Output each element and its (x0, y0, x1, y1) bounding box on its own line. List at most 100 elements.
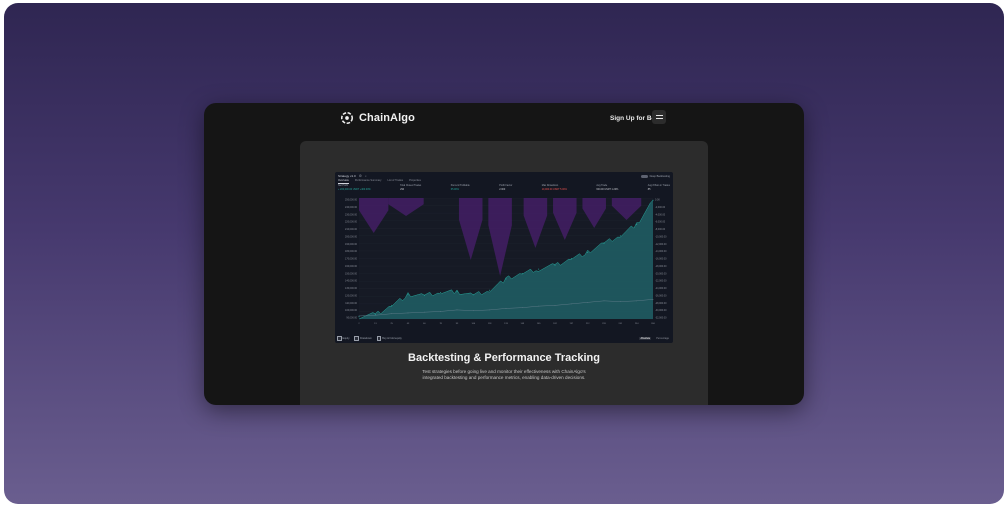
equity-point (440, 292, 442, 294)
equity-point (521, 273, 523, 275)
checkbox-icon (337, 336, 342, 341)
x-tick-label: 212 (586, 323, 590, 325)
y-right-tick-label: -18,000.00 (655, 265, 667, 268)
menu-button[interactable] (652, 110, 666, 124)
strategy-name[interactable]: Strategy v1.0 (338, 174, 356, 178)
buy-hold-point (538, 305, 540, 307)
buy-hold-point (554, 304, 556, 306)
stats-row: Net Profit + 200,000.00 USDT +400.00% To… (338, 184, 670, 191)
chart-legend: Equity Drawdown Buy & hold equity Absolu… (337, 336, 670, 341)
buy-hold-point (407, 312, 409, 314)
view-mode-switch: Absolute Percentage (639, 336, 670, 341)
browser-window: ChainAlgo Sign Up for Beta Strategy v1.0… (204, 103, 804, 405)
y-right-tick-label: -24,000.00 (655, 287, 667, 290)
stat-total-trades: Total Closed Trades 290 (400, 184, 421, 191)
buy-hold-point (603, 300, 605, 302)
search-icon[interactable]: ⌕ (365, 174, 367, 178)
buy-hold-point (423, 311, 425, 313)
equity-point (636, 223, 638, 225)
x-tick-label: 241 (619, 323, 623, 325)
equity-point (489, 289, 491, 291)
stat-value: + 200,000.00 USDT +400.00% (338, 187, 371, 191)
deep-backtest-toggle-group: Deep Backtesting (640, 174, 670, 178)
x-tick-label: 106 (472, 323, 476, 325)
page-background: ChainAlgo Sign Up for Beta Strategy v1.0… (4, 3, 1004, 504)
y-right-tick-label: -28,000.00 (655, 302, 667, 305)
buy-hold-point (619, 301, 621, 303)
legend-drawdown[interactable]: Drawdown (354, 336, 372, 341)
x-tick-label: 266 (651, 323, 655, 325)
buy-hold-point (570, 303, 572, 305)
x-tick-label: 165 (537, 323, 541, 325)
x-tick-label: 93 (456, 323, 459, 325)
equity-point (472, 294, 474, 296)
equity-chart[interactable]: 250,000.00 240,000.00 230,000.00 220,000.00… (335, 198, 673, 330)
y-left-tick-label: 160,000.00 (345, 265, 358, 268)
y-right-tick-label: -12,000.00 (655, 243, 667, 246)
y-right-tick-label: -22,000.00 (655, 280, 667, 283)
legend-buy-hold[interactable]: Buy & hold equity (376, 336, 402, 341)
y-right-tick-label: -4,000.00 (655, 213, 666, 216)
equity-point (570, 258, 572, 259)
y-left-tick-label: 130,000.00 (345, 287, 358, 290)
y-left-tick-label: 90,000.00 (346, 317, 357, 320)
stat-value: 2.000 (499, 187, 506, 191)
percentage-button[interactable]: Percentage (655, 337, 670, 341)
equity-point (619, 235, 621, 237)
buy-hold-point (505, 308, 507, 309)
stat-avg-bars: Avg # Bars in Trades 85 (648, 184, 670, 191)
y-left-tick-label: 220,000.00 (345, 221, 358, 224)
x-tick-label: 118 (488, 323, 492, 325)
checkbox-icon (376, 336, 382, 341)
absolute-button[interactable]: Absolute (639, 336, 652, 341)
y-right-tick-label: -30,000.00 (655, 309, 667, 312)
y-right-tick-label: -10,000.00 (655, 235, 667, 238)
equity-point (374, 313, 376, 315)
buy-hold-point (374, 314, 376, 316)
y-left-tick-label: 120,000.00 (345, 294, 358, 297)
legend-label: Buy & hold equity (382, 337, 402, 340)
y-right-tick-label: -32,000.00 (655, 317, 667, 320)
x-tick-label: 226 (602, 323, 606, 325)
stat-value: 65.00% (450, 187, 459, 191)
x-tick-label: 182 (553, 323, 557, 325)
settings-icon[interactable]: ⚙ (359, 174, 362, 178)
equity-point (603, 242, 605, 244)
chainalgo-logo-icon (340, 111, 354, 125)
brand-name: ChainAlgo (359, 112, 415, 124)
stat-net-profit: Net Profit + 200,000.00 USDT +400.00% (338, 184, 371, 191)
buy-hold-point (440, 311, 442, 312)
feature-card: Strategy v1.0 ⚙ ⌕ Deep Backtesting Overv… (300, 141, 708, 405)
stat-value: 85 (647, 187, 651, 191)
deep-backtest-label: Deep Backtesting (649, 174, 670, 178)
brand-logo[interactable]: ChainAlgo (340, 111, 415, 125)
x-tick-label: 2 (358, 323, 360, 325)
x-tick-label: 254 (635, 323, 639, 325)
equity-point (358, 316, 360, 318)
equity-point (423, 295, 425, 297)
y-left-tick-label: 230,000.00 (345, 213, 358, 216)
legend-equity[interactable]: Equity (337, 336, 349, 341)
y-left-tick-label: 100,000.00 (345, 309, 358, 312)
y-left-tick-label: 140,000.00 (345, 280, 358, 283)
buy-hold-point (521, 307, 523, 309)
buy-hold-point (636, 300, 638, 302)
stat-value: 290 (400, 187, 405, 191)
strategy-tester-screenshot: Strategy v1.0 ⚙ ⌕ Deep Backtesting Overv… (335, 172, 673, 343)
feature-description-line: integrated backtesting and performance m… (422, 375, 586, 380)
deep-backtest-toggle[interactable] (640, 174, 648, 178)
stat-avg-trade: Avg Trade 600.00 USDT 1.20% (596, 184, 618, 191)
legend-label: Drawdown (359, 337, 372, 340)
x-tick-label: 13 (374, 323, 377, 325)
feature-title: Backtesting & Performance Tracking (408, 352, 600, 364)
equity-point (407, 294, 409, 296)
y-left-tick-label: 190,000.00 (345, 243, 358, 246)
stat-profit-factor: Profit Factor 2.000 (499, 184, 512, 191)
equity-point (652, 199, 654, 201)
buy-hold-point (587, 301, 589, 303)
y-left-tick-label: 110,000.00 (345, 302, 357, 305)
buy-hold-point (652, 298, 654, 300)
checkbox-icon (354, 336, 359, 341)
equity-point (391, 304, 393, 306)
feature-description: Test strategies before going live and mo… (420, 369, 588, 381)
